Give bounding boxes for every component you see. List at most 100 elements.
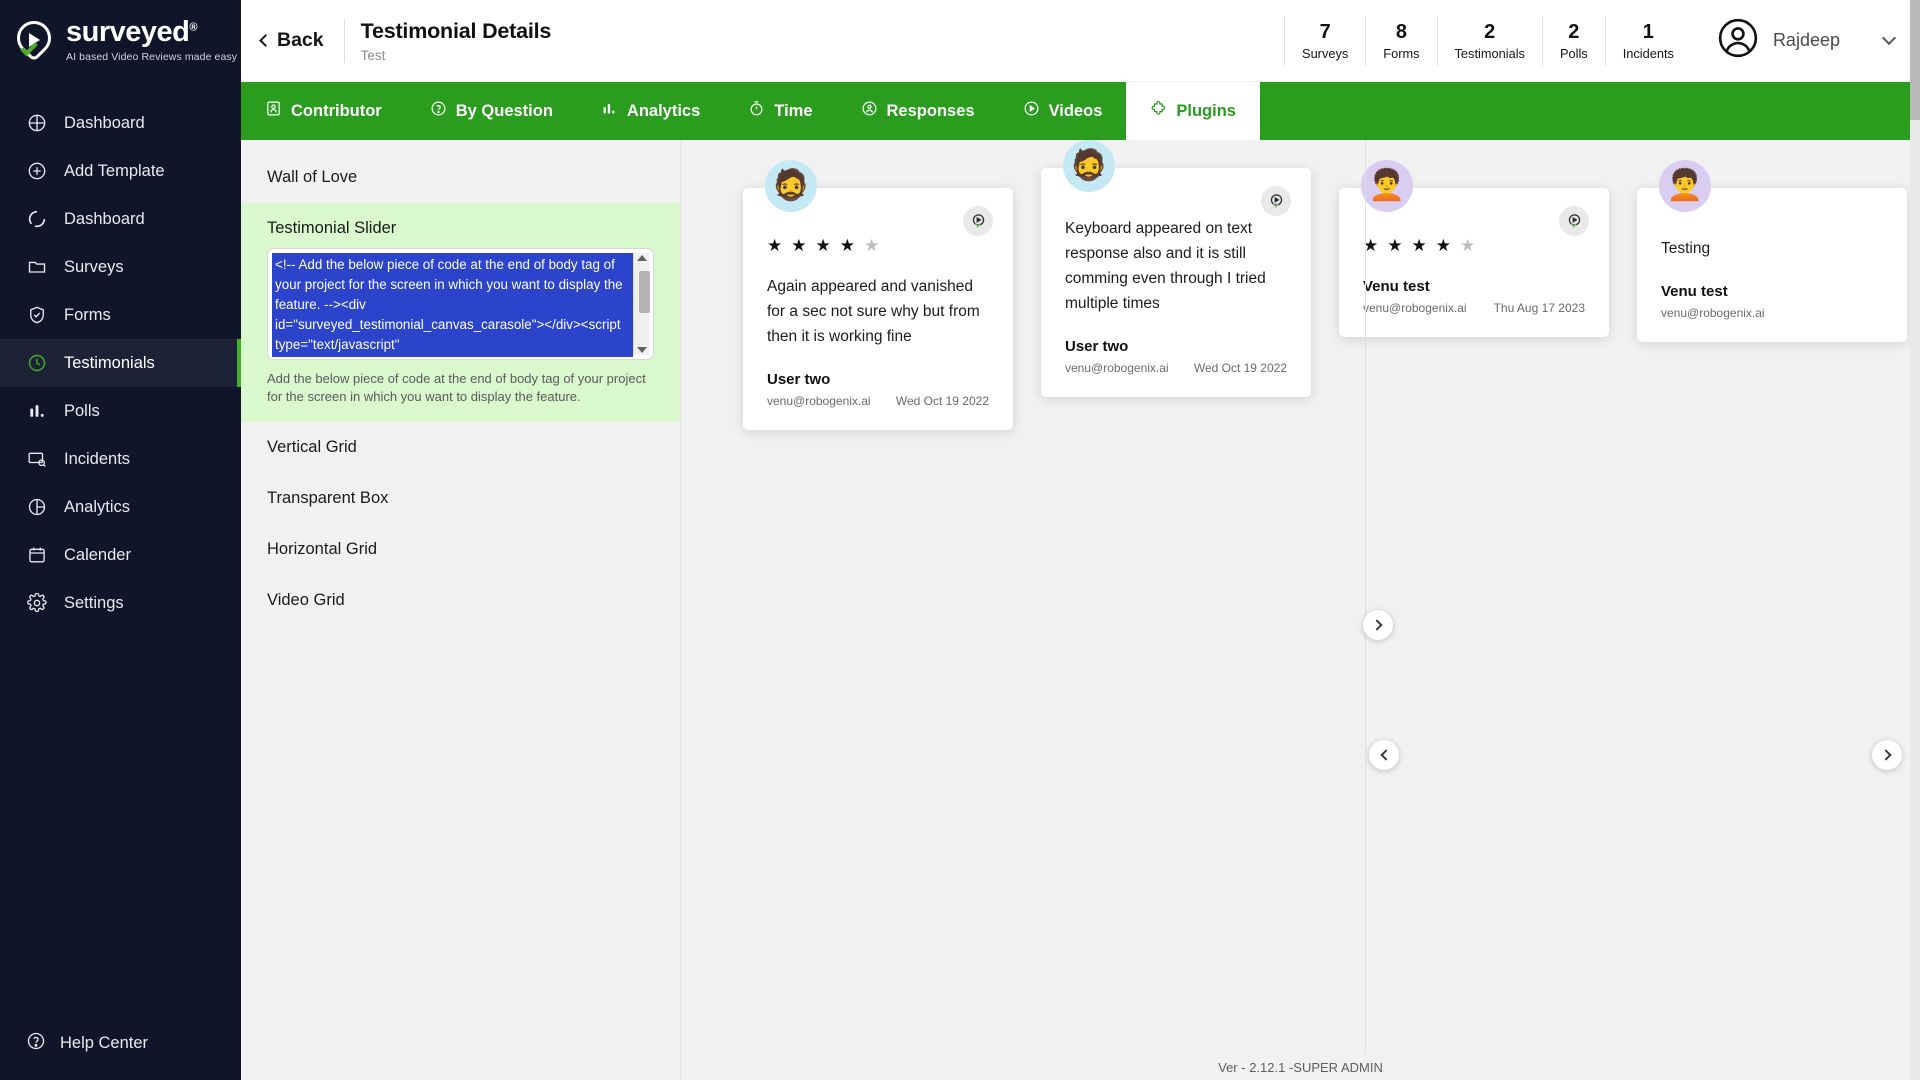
puzzle-icon [1150, 100, 1167, 122]
page-scrollbar[interactable] [1910, 0, 1920, 1080]
tab-analytics[interactable]: Analytics [577, 82, 724, 140]
tab-contributor[interactable]: Contributor [241, 82, 406, 140]
plugin-item-video-grid[interactable]: Video Grid [241, 575, 680, 626]
brand-logo-block[interactable]: surveyed® AI based Video Reviews made ea… [0, 0, 241, 77]
sidebar-item-incidents[interactable]: Incidents [0, 435, 241, 483]
avatar: 🧔 [1063, 140, 1115, 192]
tab-label: Contributor [291, 101, 382, 120]
user-circle-icon [1717, 17, 1759, 64]
stat-polls[interactable]: 2 Polls [1541, 15, 1605, 66]
content-area: Wall of Love Testimonial Slider <!-- Add… [241, 140, 1920, 1080]
star-empty: ★ [864, 236, 880, 255]
tab-label: Plugins [1176, 101, 1236, 120]
folder-icon [26, 256, 48, 278]
stat-value: 1 [1642, 20, 1654, 43]
chevron-left-icon [1379, 749, 1392, 761]
page-scrollbar-thumb[interactable] [1910, 0, 1920, 120]
sidebar: surveyed® AI based Video Reviews made ea… [0, 0, 241, 1080]
testimonial-card[interactable]: 🧑‍🦱 ★ ★ ★ ★ ★ Venu test [1339, 160, 1609, 337]
avatar: 🧑‍🦱 [1361, 160, 1413, 212]
plus-circle-icon [26, 160, 48, 182]
shield-check-icon [26, 304, 48, 326]
code-scrollbar[interactable] [633, 253, 650, 355]
plugin-label: Video Grid [267, 591, 345, 609]
user-menu[interactable]: Rajdeep [1717, 17, 1912, 64]
carousel-prev-button[interactable] [1369, 740, 1399, 770]
tab-plugins[interactable]: Plugins [1126, 82, 1260, 140]
help-circle-icon [26, 1031, 46, 1056]
rating-stars: ★ ★ ★ ★ ★ [1363, 236, 1585, 256]
avatar: 🧔 [765, 160, 817, 212]
testimonial-email: venu@robogenix.ai [1363, 301, 1467, 315]
sidebar-item-add-template[interactable]: Add Template [0, 147, 241, 195]
testimonial-email: venu@robogenix.ai [1661, 306, 1765, 320]
play-pin-icon[interactable] [1261, 186, 1291, 216]
embed-code-text[interactable]: <!-- Add the below piece of code at the … [272, 253, 633, 357]
scroll-thumb[interactable] [639, 271, 650, 313]
stat-label: Forms [1383, 45, 1420, 61]
star-filled: ★ [791, 236, 807, 255]
plugin-item-transparent-box[interactable]: Transparent Box [241, 473, 680, 524]
sidebar-item-dashboard[interactable]: Dashboard [0, 99, 241, 147]
sidebar-item-analytics[interactable]: Analytics [0, 483, 241, 531]
carousel-next-button[interactable] [1872, 740, 1902, 770]
stat-forms[interactable]: 8 Forms [1365, 15, 1436, 66]
preview-left-divider [1365, 140, 1366, 1080]
tab-label: Responses [886, 101, 975, 120]
back-button[interactable]: Back [255, 23, 338, 58]
chevron-down-icon[interactable] [1881, 30, 1897, 46]
brand-name: surveyed [66, 16, 190, 48]
testimonial-card[interactable]: 🧔 ★ ★ ★ ★ ★ Again appeared and vanished … [743, 160, 1013, 430]
testimonial-text: Keyboard appeared on text response also … [1065, 220, 1266, 312]
surveyed-logo-icon [9, 13, 59, 63]
sidebar-item-settings[interactable]: Settings [0, 579, 241, 627]
page-title: Testimonial Details [360, 18, 552, 43]
plugin-item-wall-of-love[interactable]: Wall of Love [241, 152, 680, 203]
gear-icon [26, 592, 48, 614]
calendar-icon [26, 544, 48, 566]
sidebar-item-testimonials[interactable]: Testimonials [0, 339, 241, 387]
testimonial-preview-area: 🧔 ★ ★ ★ ★ ★ Again appeared and vanished … [681, 140, 1920, 1080]
donut-icon [26, 208, 48, 230]
stat-testimonials[interactable]: 2 Testimonials [1436, 15, 1542, 66]
sidebar-item-surveys[interactable]: Surveys [0, 243, 241, 291]
plugin-item-horizontal-grid[interactable]: Horizontal Grid [241, 524, 680, 575]
stat-label: Testimonials [1454, 45, 1525, 61]
plugin-item-vertical-grid[interactable]: Vertical Grid [241, 422, 680, 473]
stat-surveys[interactable]: 7 Surveys [1284, 15, 1365, 66]
stat-value: 7 [1319, 20, 1331, 43]
play-pin-icon[interactable] [963, 206, 993, 236]
back-label: Back [277, 29, 324, 51]
tab-responses[interactable]: Responses [837, 82, 999, 140]
plugin-list-panel: Wall of Love Testimonial Slider <!-- Add… [241, 140, 681, 1080]
stat-label: Incidents [1622, 45, 1674, 61]
sidebar-item-dashboard-2[interactable]: Dashboard [0, 195, 241, 243]
sidebar-item-calender[interactable]: Calender [0, 531, 241, 579]
sidebar-item-help-center[interactable]: Help Center [0, 1006, 241, 1080]
testimonial-author: Venu test [1661, 283, 1728, 300]
scroll-up-icon[interactable] [636, 255, 647, 261]
stat-value: 8 [1395, 20, 1407, 43]
stat-incidents[interactable]: 1 Incidents [1604, 15, 1691, 66]
play-pin-icon[interactable] [1559, 206, 1589, 236]
stat-value: 2 [1484, 20, 1496, 43]
carousel-next-button-top[interactable] [1363, 610, 1393, 640]
plugin-label: Vertical Grid [267, 438, 357, 456]
embed-code-box[interactable]: <!-- Add the below piece of code at the … [267, 248, 654, 360]
sidebar-item-polls[interactable]: Polls [0, 387, 241, 435]
testimonial-card[interactable]: 🧔 Keyboard appeared on text response als… [1041, 140, 1311, 397]
tab-time[interactable]: Time [724, 82, 836, 140]
rating-stars: ★ ★ ★ ★ ★ [767, 236, 989, 256]
bar-chart-icon [26, 400, 48, 422]
sidebar-nav: Dashboard Add Template Dashboard Surveys… [0, 99, 241, 627]
sidebar-item-forms[interactable]: Forms [0, 291, 241, 339]
testimonial-date: Thu Aug 17 2023 [1493, 301, 1585, 315]
testimonial-card[interactable]: 🧑‍🦱 Testing Venu test venu@robogenix.ai [1637, 160, 1907, 342]
page-subtitle: Test [360, 47, 386, 63]
star-filled: ★ [767, 236, 783, 255]
tab-by-question[interactable]: By Question [406, 82, 577, 140]
plugin-item-testimonial-slider[interactable]: Testimonial Slider [241, 203, 680, 248]
scroll-down-icon[interactable] [636, 347, 647, 353]
sidebar-item-label: Settings [64, 593, 124, 612]
tab-videos[interactable]: Videos [999, 82, 1127, 140]
